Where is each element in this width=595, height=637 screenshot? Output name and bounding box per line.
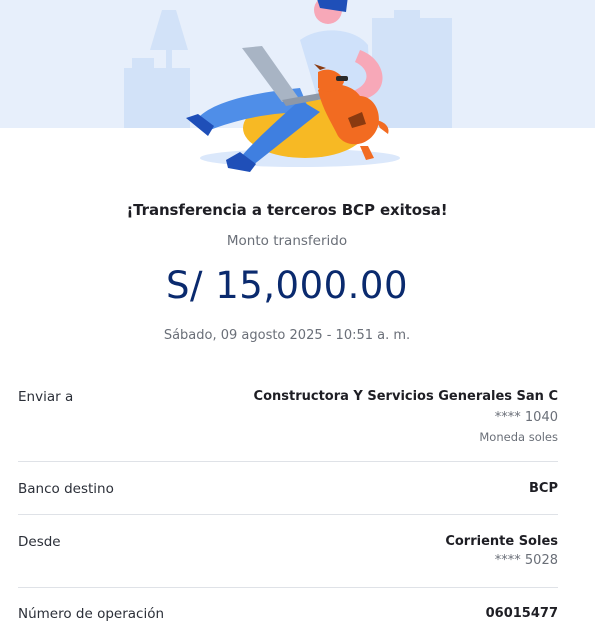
bank-value: BCP (529, 481, 558, 496)
transfer-datetime: Sábado, 09 agosto 2025 - 10:51 a. m. (163, 328, 411, 343)
bank-row: Banco destino BCP (18, 481, 558, 501)
recipient-name: Constructora Y Servicios Generales San C (253, 389, 558, 404)
from-account: **** 5028 (494, 553, 558, 568)
amount-label: Monto transferido (226, 233, 348, 249)
recipient-row: Enviar a Constructora Y Servicios Genera… (18, 389, 558, 449)
hero-illustration (0, 0, 595, 175)
success-title: ¡Transferencia a terceros BCP exitosa! (126, 201, 448, 219)
divider (18, 587, 558, 588)
operation-row: Número de operación 06015477 (18, 606, 558, 626)
recipient-label: Enviar a (18, 389, 74, 405)
divider (18, 514, 558, 515)
from-account-type: Corriente Soles (445, 534, 558, 549)
bank-label: Banco destino (18, 481, 114, 497)
from-row: Desde Corriente Soles **** 5028 (18, 534, 558, 574)
operation-number: 06015477 (485, 606, 558, 621)
divider (18, 461, 558, 462)
person-with-dog-illustration (124, 0, 452, 172)
from-label: Desde (18, 534, 61, 550)
recipient-account: **** 1040 (494, 410, 558, 425)
recipient-currency: Moneda soles (479, 430, 558, 444)
operation-label: Número de operación (18, 606, 165, 622)
transfer-amount: S/ 15,000.00 (165, 264, 409, 307)
